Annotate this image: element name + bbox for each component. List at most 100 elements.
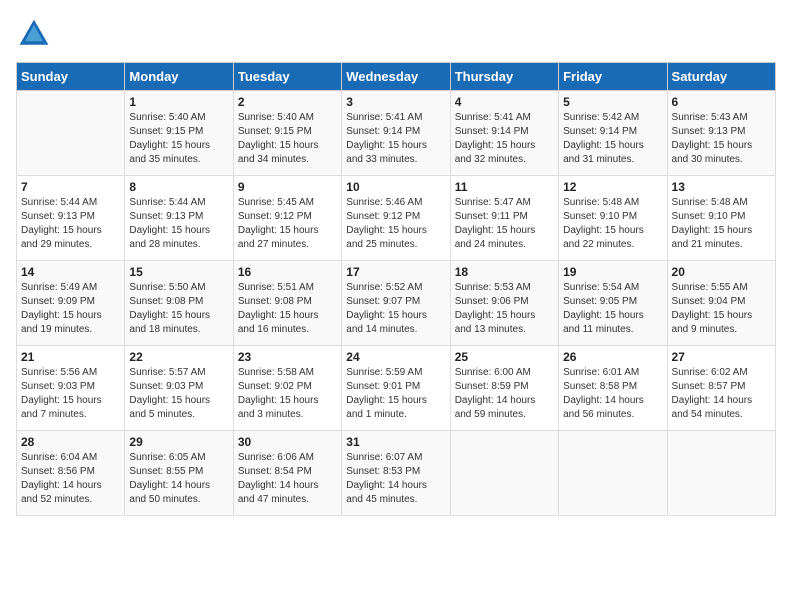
day-number: 29 bbox=[129, 435, 228, 449]
calendar-cell: 4 Sunrise: 5:41 AM Sunset: 9:14 PM Daylig… bbox=[450, 91, 558, 176]
calendar-cell: 30Sunrise: 6:06 AM Sunset: 8:54 PM Dayli… bbox=[233, 431, 341, 516]
day-info: Sunrise: 5:55 AM Sunset: 9:04 PM Dayligh… bbox=[672, 281, 771, 337]
calendar-week-row: 1 Sunrise: 5:40 AM Sunset: 9:15 PM Daylig… bbox=[17, 91, 776, 176]
day-number: 18 bbox=[455, 265, 554, 279]
day-number: 28 bbox=[21, 435, 120, 449]
day-number: 11 bbox=[455, 180, 554, 194]
calendar-cell: 14 Sunrise: 5:49 AM Sunset: 9:09 PM Dayli… bbox=[17, 261, 125, 346]
day-number: 6 bbox=[672, 95, 771, 109]
day-info: Sunrise: 5:57 AM Sunset: 9:03 PM Dayligh… bbox=[129, 366, 228, 422]
column-header-thursday: Thursday bbox=[450, 63, 558, 91]
calendar-cell: 19Sunrise: 5:54 AM Sunset: 9:05 PM Dayli… bbox=[559, 261, 667, 346]
day-info: Sunrise: 5:48 AM Sunset: 9:10 PM Dayligh… bbox=[672, 196, 771, 252]
calendar-cell: 12 Sunrise: 5:48 AM Sunset: 9:10 PM Dayli… bbox=[559, 176, 667, 261]
day-info: Sunrise: 5:58 AM Sunset: 9:02 PM Dayligh… bbox=[238, 366, 337, 422]
column-header-saturday: Saturday bbox=[667, 63, 775, 91]
calendar-cell bbox=[450, 431, 558, 516]
day-number: 21 bbox=[21, 350, 120, 364]
day-number: 27 bbox=[672, 350, 771, 364]
calendar-week-row: 21 Sunrise: 5:56 AM Sunset: 9:03 PM Dayli… bbox=[17, 346, 776, 431]
page-header bbox=[16, 16, 776, 52]
day-number: 19 bbox=[563, 265, 662, 279]
day-number: 16 bbox=[238, 265, 337, 279]
day-info: Sunrise: 5:50 AM Sunset: 9:08 PM Dayligh… bbox=[129, 281, 228, 337]
day-number: 25 bbox=[455, 350, 554, 364]
day-info: Sunrise: 5:52 AM Sunset: 9:07 PM Dayligh… bbox=[346, 281, 445, 337]
day-info: Sunrise: 5:48 AM Sunset: 9:10 PM Dayligh… bbox=[563, 196, 662, 252]
day-number: 23 bbox=[238, 350, 337, 364]
calendar-week-row: 14 Sunrise: 5:49 AM Sunset: 9:09 PM Dayli… bbox=[17, 261, 776, 346]
day-info: Sunrise: 6:04 AM Sunset: 8:56 PM Dayligh… bbox=[21, 451, 120, 507]
calendar-week-row: 28 Sunrise: 6:04 AM Sunset: 8:56 PM Dayli… bbox=[17, 431, 776, 516]
calendar-cell: 6 Sunrise: 5:43 AM Sunset: 9:13 PM Daylig… bbox=[667, 91, 775, 176]
day-info: Sunrise: 6:02 AM Sunset: 8:57 PM Dayligh… bbox=[672, 366, 771, 422]
calendar-cell: 18 Sunrise: 5:53 AM Sunset: 9:06 PM Dayli… bbox=[450, 261, 558, 346]
calendar-cell: 5 Sunrise: 5:42 AM Sunset: 9:14 PM Daylig… bbox=[559, 91, 667, 176]
day-number: 17 bbox=[346, 265, 445, 279]
day-number: 20 bbox=[672, 265, 771, 279]
calendar-cell: 7 Sunrise: 5:44 AM Sunset: 9:13 PM Daylig… bbox=[17, 176, 125, 261]
calendar-cell: 25 Sunrise: 6:00 AM Sunset: 8:59 PM Dayli… bbox=[450, 346, 558, 431]
calendar-week-row: 7 Sunrise: 5:44 AM Sunset: 9:13 PM Daylig… bbox=[17, 176, 776, 261]
day-number: 12 bbox=[563, 180, 662, 194]
day-info: Sunrise: 5:41 AM Sunset: 9:14 PM Dayligh… bbox=[455, 111, 554, 167]
calendar-cell: 26Sunrise: 6:01 AM Sunset: 8:58 PM Dayli… bbox=[559, 346, 667, 431]
day-number: 31 bbox=[346, 435, 445, 449]
column-header-sunday: Sunday bbox=[17, 63, 125, 91]
day-number: 22 bbox=[129, 350, 228, 364]
day-info: Sunrise: 5:41 AM Sunset: 9:14 PM Dayligh… bbox=[346, 111, 445, 167]
day-info: Sunrise: 5:51 AM Sunset: 9:08 PM Dayligh… bbox=[238, 281, 337, 337]
calendar-cell: 20 Sunrise: 5:55 AM Sunset: 9:04 PM Dayli… bbox=[667, 261, 775, 346]
day-number: 4 bbox=[455, 95, 554, 109]
calendar-cell: 10Sunrise: 5:46 AM Sunset: 9:12 PM Dayli… bbox=[342, 176, 450, 261]
day-info: Sunrise: 5:56 AM Sunset: 9:03 PM Dayligh… bbox=[21, 366, 120, 422]
calendar-cell: 16 Sunrise: 5:51 AM Sunset: 9:08 PM Dayli… bbox=[233, 261, 341, 346]
calendar-cell: 15 Sunrise: 5:50 AM Sunset: 9:08 PM Dayli… bbox=[125, 261, 233, 346]
column-header-wednesday: Wednesday bbox=[342, 63, 450, 91]
day-info: Sunrise: 6:05 AM Sunset: 8:55 PM Dayligh… bbox=[129, 451, 228, 507]
day-info: Sunrise: 5:59 AM Sunset: 9:01 PM Dayligh… bbox=[346, 366, 445, 422]
day-info: Sunrise: 5:44 AM Sunset: 9:13 PM Dayligh… bbox=[21, 196, 120, 252]
day-number: 2 bbox=[238, 95, 337, 109]
calendar-cell: 24 Sunrise: 5:59 AM Sunset: 9:01 PM Dayli… bbox=[342, 346, 450, 431]
day-number: 7 bbox=[21, 180, 120, 194]
logo bbox=[16, 16, 56, 52]
column-header-tuesday: Tuesday bbox=[233, 63, 341, 91]
day-number: 14 bbox=[21, 265, 120, 279]
logo-icon bbox=[16, 16, 52, 52]
calendar-cell: 2 Sunrise: 5:40 AM Sunset: 9:15 PM Daylig… bbox=[233, 91, 341, 176]
column-header-monday: Monday bbox=[125, 63, 233, 91]
day-info: Sunrise: 5:40 AM Sunset: 9:15 PM Dayligh… bbox=[129, 111, 228, 167]
calendar-cell: 3 Sunrise: 5:41 AM Sunset: 9:14 PM Daylig… bbox=[342, 91, 450, 176]
calendar-cell bbox=[559, 431, 667, 516]
day-number: 15 bbox=[129, 265, 228, 279]
calendar-cell: 23 Sunrise: 5:58 AM Sunset: 9:02 PM Dayli… bbox=[233, 346, 341, 431]
day-number: 9 bbox=[238, 180, 337, 194]
calendar-cell: 13 Sunrise: 5:48 AM Sunset: 9:10 PM Dayli… bbox=[667, 176, 775, 261]
calendar-cell: 11Sunrise: 5:47 AM Sunset: 9:11 PM Dayli… bbox=[450, 176, 558, 261]
calendar-cell: 8Sunrise: 5:44 AM Sunset: 9:13 PM Daylig… bbox=[125, 176, 233, 261]
day-info: Sunrise: 5:49 AM Sunset: 9:09 PM Dayligh… bbox=[21, 281, 120, 337]
day-number: 3 bbox=[346, 95, 445, 109]
day-info: Sunrise: 6:07 AM Sunset: 8:53 PM Dayligh… bbox=[346, 451, 445, 507]
calendar-cell bbox=[17, 91, 125, 176]
day-info: Sunrise: 5:43 AM Sunset: 9:13 PM Dayligh… bbox=[672, 111, 771, 167]
day-info: Sunrise: 5:42 AM Sunset: 9:14 PM Dayligh… bbox=[563, 111, 662, 167]
day-info: Sunrise: 5:53 AM Sunset: 9:06 PM Dayligh… bbox=[455, 281, 554, 337]
calendar-cell: 9 Sunrise: 5:45 AM Sunset: 9:12 PM Daylig… bbox=[233, 176, 341, 261]
calendar-cell: 27 Sunrise: 6:02 AM Sunset: 8:57 PM Dayli… bbox=[667, 346, 775, 431]
day-info: Sunrise: 6:00 AM Sunset: 8:59 PM Dayligh… bbox=[455, 366, 554, 422]
day-number: 5 bbox=[563, 95, 662, 109]
calendar-cell: 29 Sunrise: 6:05 AM Sunset: 8:55 PM Dayli… bbox=[125, 431, 233, 516]
day-number: 30 bbox=[238, 435, 337, 449]
day-info: Sunrise: 5:44 AM Sunset: 9:13 PM Dayligh… bbox=[129, 196, 228, 252]
day-number: 24 bbox=[346, 350, 445, 364]
day-number: 13 bbox=[672, 180, 771, 194]
day-info: Sunrise: 5:40 AM Sunset: 9:15 PM Dayligh… bbox=[238, 111, 337, 167]
calendar-header-row: SundayMondayTuesdayWednesdayThursdayFrid… bbox=[17, 63, 776, 91]
calendar-table: SundayMondayTuesdayWednesdayThursdayFrid… bbox=[16, 62, 776, 516]
day-info: Sunrise: 5:45 AM Sunset: 9:12 PM Dayligh… bbox=[238, 196, 337, 252]
day-info: Sunrise: 5:46 AM Sunset: 9:12 PM Dayligh… bbox=[346, 196, 445, 252]
day-number: 1 bbox=[129, 95, 228, 109]
calendar-cell: 28 Sunrise: 6:04 AM Sunset: 8:56 PM Dayli… bbox=[17, 431, 125, 516]
